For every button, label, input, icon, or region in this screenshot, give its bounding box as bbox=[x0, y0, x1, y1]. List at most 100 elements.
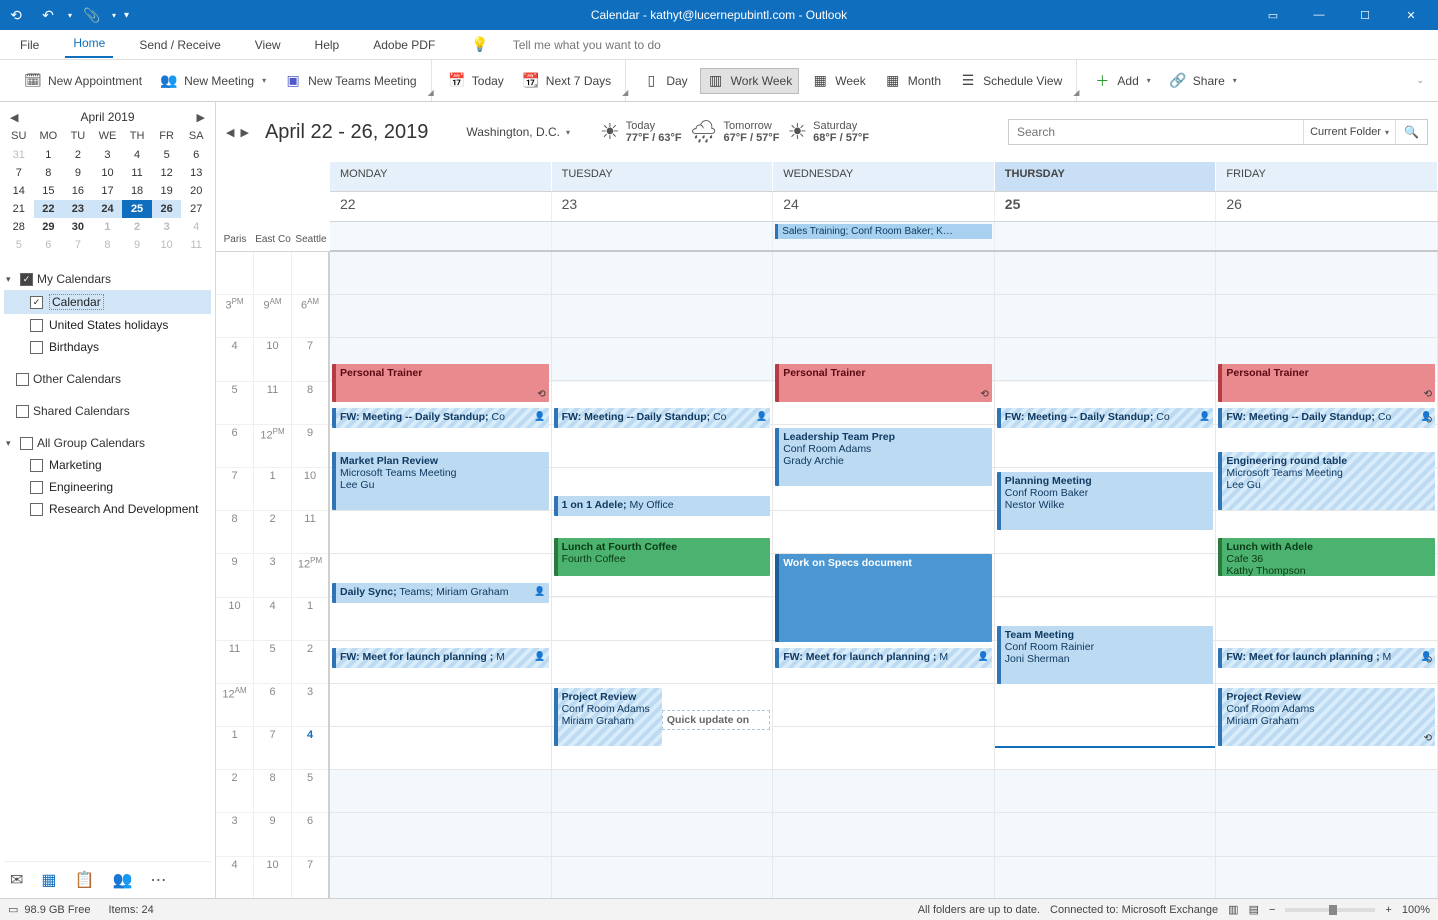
mini-day[interactable]: 17 bbox=[93, 182, 123, 200]
mini-day[interactable]: 9 bbox=[63, 164, 93, 182]
mini-day[interactable]: 4 bbox=[122, 146, 152, 164]
checkbox-icon[interactable] bbox=[20, 437, 33, 450]
ribbon-collapse-icon[interactable]: ⌄ bbox=[1416, 75, 1428, 86]
people-nav-icon[interactable]: 👥 bbox=[112, 870, 132, 890]
new-teams-meeting-button[interactable]: ▣New Teams Meeting bbox=[278, 69, 423, 93]
mini-day[interactable]: 18 bbox=[122, 182, 152, 200]
calendar-item[interactable]: ✓Calendar bbox=[4, 290, 211, 314]
event[interactable]: Planning MeetingConf Room BakerNestor Wi… bbox=[997, 472, 1214, 530]
undo-dropdown[interactable]: ▾ bbox=[68, 11, 72, 20]
day-number[interactable]: 23 bbox=[552, 192, 774, 221]
allday-tue[interactable] bbox=[552, 222, 774, 250]
event[interactable]: Work on Specs document bbox=[775, 554, 992, 642]
new-meeting-button[interactable]: 👥New Meeting▾ bbox=[154, 69, 272, 93]
event[interactable]: Team MeetingConf Room RainierJoni Sherma… bbox=[997, 626, 1214, 684]
mini-day[interactable]: 11 bbox=[122, 164, 152, 182]
day-column[interactable]: Personal Trainer⟲FW: Meeting -- Daily St… bbox=[1216, 252, 1438, 898]
mini-month[interactable]: SUMOTUWETHFRSA 3112345678910111213141516… bbox=[4, 130, 211, 254]
mini-day[interactable]: 11 bbox=[181, 236, 211, 254]
tell-me-input[interactable]: Tell me what you want to do bbox=[513, 38, 661, 52]
day-column[interactable]: FW: Meeting -- Daily Standup; Co👤 Plannin… bbox=[995, 252, 1217, 898]
mini-day[interactable]: 19 bbox=[152, 182, 182, 200]
other-calendars-group[interactable]: Other Calendars bbox=[4, 368, 211, 390]
engineering-item[interactable]: Engineering bbox=[4, 476, 211, 498]
checkbox-icon[interactable] bbox=[30, 481, 43, 494]
mini-day[interactable]: 9 bbox=[122, 236, 152, 254]
mini-day[interactable]: 24 bbox=[93, 200, 123, 218]
zoom-in-icon[interactable]: + bbox=[1385, 904, 1391, 916]
event[interactable]: Engineering round tableMicrosoft Teams M… bbox=[1218, 452, 1435, 510]
checkbox-icon[interactable] bbox=[16, 373, 29, 386]
event[interactable]: FW: Meeting -- Daily Standup; Co👤 bbox=[997, 408, 1214, 428]
allday-fri[interactable] bbox=[1216, 222, 1438, 250]
search-icon[interactable]: 🔍 bbox=[1395, 120, 1427, 144]
mini-day[interactable]: 3 bbox=[93, 146, 123, 164]
mini-day[interactable]: 22 bbox=[34, 200, 64, 218]
minimize-icon[interactable]: — bbox=[1296, 0, 1342, 30]
checkbox-icon[interactable] bbox=[16, 405, 29, 418]
us-holidays-item[interactable]: United States holidays bbox=[4, 314, 211, 336]
mini-day[interactable]: 3 bbox=[152, 218, 182, 236]
mini-day[interactable]: 8 bbox=[93, 236, 123, 254]
checkbox-icon[interactable] bbox=[30, 459, 43, 472]
event[interactable]: Project ReviewConf Room AdamsMiriam Grah… bbox=[554, 688, 662, 746]
menu-help[interactable]: Help bbox=[307, 34, 348, 56]
event[interactable]: Project ReviewConf Room AdamsMiriam Grah… bbox=[1218, 688, 1435, 746]
mini-day[interactable]: 8 bbox=[34, 164, 64, 182]
menu-home[interactable]: Home bbox=[65, 32, 113, 58]
mini-day[interactable]: 2 bbox=[122, 218, 152, 236]
checkbox-checked-icon[interactable]: ✓ bbox=[30, 296, 43, 309]
event[interactable]: FW: Meeting -- Daily Standup; Co⟲👤 bbox=[1218, 408, 1435, 428]
checkbox-checked-icon[interactable]: ✓ bbox=[20, 273, 33, 286]
week-button[interactable]: ▦Week bbox=[805, 69, 871, 93]
new-appointment-button[interactable]: 🗓New Appointment bbox=[18, 69, 148, 93]
mini-day[interactable]: 21 bbox=[4, 200, 34, 218]
mini-day[interactable]: 26 bbox=[152, 200, 182, 218]
next-month-icon[interactable]: ▶ bbox=[197, 111, 205, 124]
marketing-item[interactable]: Marketing bbox=[4, 454, 211, 476]
event[interactable]: 1 on 1 Adele; My Office bbox=[554, 496, 771, 516]
day-number[interactable]: 24 bbox=[773, 192, 995, 221]
sync-icon[interactable]: ⟲ bbox=[4, 7, 28, 24]
mini-day[interactable]: 16 bbox=[63, 182, 93, 200]
menu-send-receive[interactable]: Send / Receive bbox=[131, 34, 228, 56]
event[interactable]: Leadership Team PrepConf Room AdamsGrady… bbox=[775, 428, 992, 486]
mini-day[interactable]: 13 bbox=[181, 164, 211, 182]
mini-day[interactable]: 10 bbox=[152, 236, 182, 254]
event[interactable]: Personal Trainer⟲ bbox=[775, 364, 992, 402]
next-week-icon[interactable]: ▶ bbox=[240, 126, 248, 139]
prev-month-icon[interactable]: ◀ bbox=[10, 111, 18, 124]
mini-day[interactable]: 10 bbox=[93, 164, 123, 182]
menu-adobe-pdf[interactable]: Adobe PDF bbox=[365, 34, 443, 56]
event[interactable]: Lunch with AdeleCafe 36Kathy Thompson bbox=[1218, 538, 1435, 576]
mini-day[interactable]: 7 bbox=[4, 164, 34, 182]
mini-day[interactable]: 6 bbox=[181, 146, 211, 164]
day-header[interactable]: THURSDAY bbox=[995, 162, 1217, 191]
zoom-slider[interactable] bbox=[1285, 908, 1375, 912]
allday-event[interactable]: Sales Training; Conf Room Baker; K… bbox=[775, 224, 992, 239]
event[interactable]: Market Plan ReviewMicrosoft Teams Meetin… bbox=[332, 452, 549, 510]
mini-day[interactable]: 2 bbox=[63, 146, 93, 164]
allday-mon[interactable] bbox=[330, 222, 552, 250]
zoom-out-icon[interactable]: − bbox=[1269, 904, 1275, 916]
menu-view[interactable]: View bbox=[247, 34, 289, 56]
next7days-button[interactable]: 📆Next 7 Days bbox=[516, 69, 617, 93]
today-button[interactable]: 📅Today bbox=[442, 69, 510, 93]
ribbon-options-icon[interactable]: ▭ bbox=[1250, 0, 1296, 30]
event[interactable]: Lunch at Fourth CoffeeFourth Coffee bbox=[554, 538, 771, 576]
allday-wed[interactable]: Sales Training; Conf Room Baker; K… bbox=[773, 222, 995, 250]
calendar-nav-icon[interactable]: ▦ bbox=[41, 870, 56, 890]
my-calendars-group[interactable]: ▾✓My Calendars bbox=[4, 268, 211, 290]
mini-day[interactable]: 31 bbox=[4, 146, 34, 164]
undo-icon[interactable]: ↶ bbox=[36, 7, 60, 24]
mail-nav-icon[interactable]: ✉ bbox=[10, 870, 23, 890]
schedule-view-button[interactable]: ☰Schedule View bbox=[953, 69, 1068, 93]
mini-day[interactable]: 27 bbox=[181, 200, 211, 218]
prev-week-icon[interactable]: ◀ bbox=[226, 126, 234, 139]
day-view-button[interactable]: ▯Day bbox=[636, 69, 693, 93]
qat-customize[interactable]: ▾ bbox=[124, 10, 129, 21]
event[interactable]: FW: Meet for launch planning ; M⟲👤 bbox=[1218, 648, 1435, 668]
rnd-item[interactable]: Research And Development bbox=[4, 498, 211, 520]
allday-thu[interactable] bbox=[995, 222, 1217, 250]
day-number[interactable]: 25 bbox=[995, 192, 1217, 221]
